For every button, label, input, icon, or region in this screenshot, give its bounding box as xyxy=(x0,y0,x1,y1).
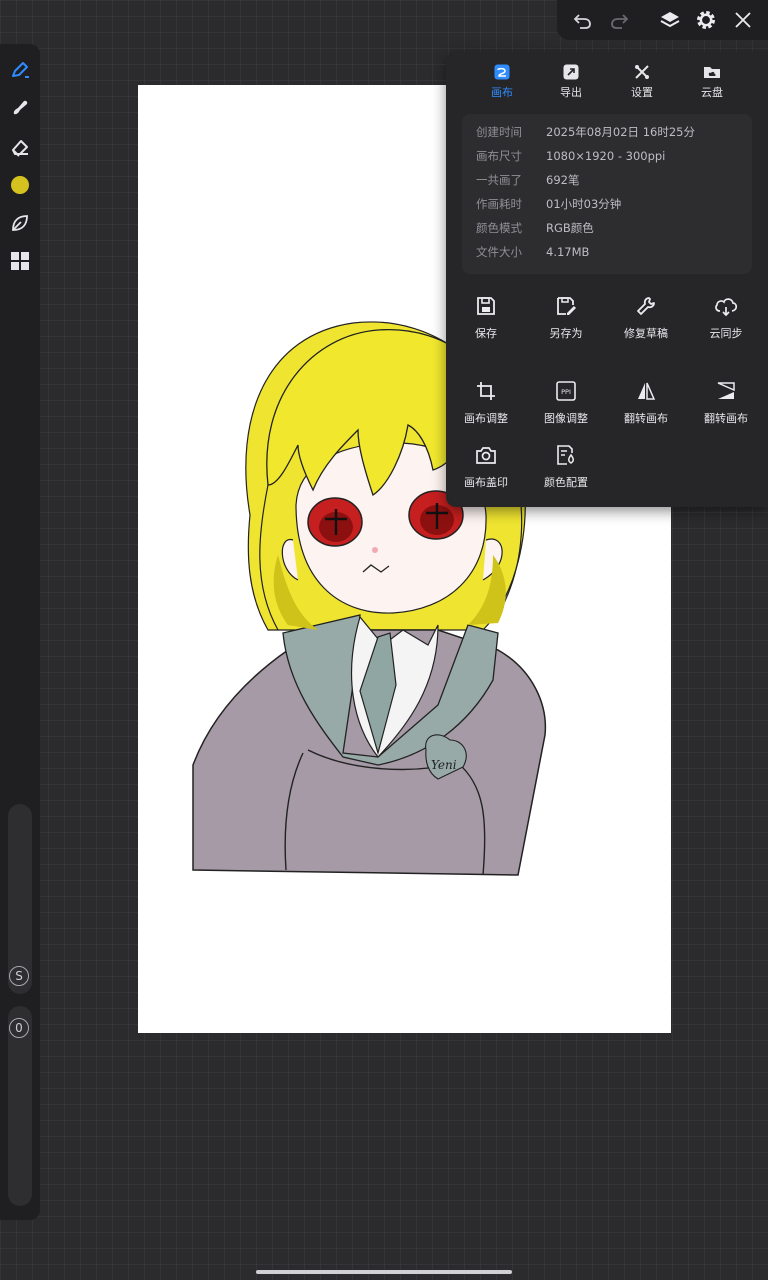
canvas-info: 创建时间 2025年08月02日 16时25分 画布尺寸 1080×1920 - 3… xyxy=(462,114,752,274)
canvas-stamp-button[interactable]: 画布盖印 xyxy=(446,442,526,498)
cloud-sync-icon xyxy=(686,293,766,319)
export-icon xyxy=(541,62,601,82)
info-row-size: 画布尺寸 1080×1920 - 300ppi xyxy=(476,149,666,163)
save-as-icon xyxy=(526,293,606,319)
ppi-icon: PPI xyxy=(526,378,606,404)
save-as-button[interactable]: 另存为 xyxy=(526,293,606,349)
info-row-duration: 作画耗时 01小时03分钟 xyxy=(476,197,622,211)
cloud-drive-icon xyxy=(682,62,742,82)
color-swatch-icon[interactable] xyxy=(6,171,34,199)
repair-icon xyxy=(606,293,686,319)
tab-settings[interactable]: 设置 xyxy=(612,62,672,102)
eraser-icon[interactable] xyxy=(6,133,34,161)
info-row-file-size: 文件大小 4.17MB xyxy=(476,245,590,259)
tab-export[interactable]: 导出 xyxy=(541,62,601,102)
opacity-label: 0 xyxy=(9,1018,29,1038)
repair-draft-button[interactable]: 修复草稿 xyxy=(606,293,686,349)
canvas-panel: 画布 导出 设置 云盘 创建时间 2025年08月02日 16时25分 画布尺寸 1… xyxy=(446,52,768,507)
tools-icon xyxy=(612,62,672,82)
flip-horizontal-icon xyxy=(606,378,686,404)
settings-icon[interactable] xyxy=(693,7,719,33)
flip-horizontal-button[interactable]: 翻转画布 xyxy=(606,378,686,434)
flip-vertical-button[interactable]: 翻转画布 xyxy=(686,378,766,434)
image-adjust-button[interactable]: PPI 图像调整 xyxy=(526,378,606,434)
crop-icon xyxy=(446,378,526,404)
undo-icon[interactable] xyxy=(569,7,595,33)
info-row-color-mode: 颜色模式 RGB颜色 xyxy=(476,221,594,235)
cloud-sync-button[interactable]: 云同步 xyxy=(686,293,766,349)
canvas-icon xyxy=(472,62,532,82)
grid-icon[interactable] xyxy=(6,247,34,275)
svg-text:Yeni: Yeni xyxy=(431,758,457,772)
size-label: S xyxy=(9,966,29,986)
leaf-icon[interactable] xyxy=(6,209,34,237)
smudge-icon[interactable] xyxy=(6,94,34,122)
tab-cloud-drive[interactable]: 云盘 xyxy=(682,62,742,102)
top-bar xyxy=(557,0,768,40)
close-icon[interactable] xyxy=(730,7,756,33)
tab-canvas[interactable]: 画布 xyxy=(472,62,532,102)
layers-icon[interactable] xyxy=(657,7,683,33)
svg-text:PPI: PPI xyxy=(561,388,571,396)
flip-vertical-icon xyxy=(686,378,766,404)
canvas-adjust-button[interactable]: 画布调整 xyxy=(446,378,526,434)
save-icon xyxy=(446,293,526,319)
left-toolbar: S 0 xyxy=(0,44,40,1220)
save-button[interactable]: 保存 xyxy=(446,293,526,349)
home-indicator[interactable] xyxy=(256,1270,512,1274)
camera-icon xyxy=(446,442,526,468)
color-profile-icon xyxy=(526,442,606,468)
info-row-created: 创建时间 2025年08月02日 16时25分 xyxy=(476,125,695,139)
redo-icon[interactable] xyxy=(607,7,633,33)
pen-icon[interactable] xyxy=(6,56,34,84)
color-profile-button[interactable]: 颜色配置 xyxy=(526,442,606,498)
info-row-strokes: 一共画了 692笔 xyxy=(476,173,580,187)
